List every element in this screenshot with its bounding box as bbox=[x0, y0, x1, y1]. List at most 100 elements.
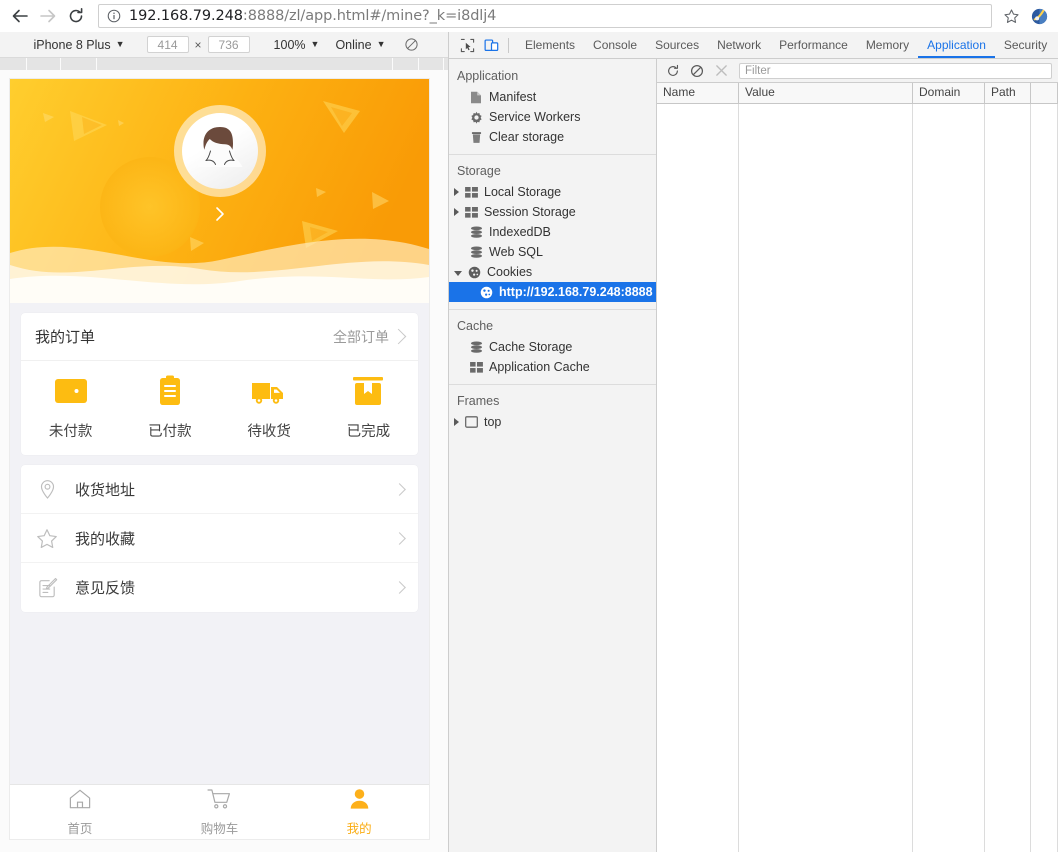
sidebar-item-cache-storage[interactable]: Cache Storage bbox=[449, 337, 656, 357]
orders-card: 我的订单 全部订单 未付款 已付款 待收货 已完成 bbox=[21, 313, 418, 455]
order-status-paid[interactable]: 已付款 bbox=[120, 375, 219, 441]
tab-application[interactable]: Application bbox=[918, 32, 995, 58]
rotate-icon[interactable] bbox=[404, 37, 419, 52]
device-width-input[interactable]: 414 bbox=[146, 36, 189, 53]
sidebar-item-session-storage[interactable]: Session Storage bbox=[449, 202, 656, 222]
all-orders-link[interactable]: 全部订单 bbox=[333, 327, 389, 347]
tab-home[interactable]: 首页 bbox=[10, 788, 150, 837]
sidebar-item-top-frame[interactable]: top bbox=[449, 412, 656, 432]
zoom-select[interactable]: 100% ▼ bbox=[270, 38, 324, 52]
sidebar-item-cookies[interactable]: Cookies bbox=[449, 262, 656, 282]
order-status-label: 已完成 bbox=[346, 424, 391, 440]
frame-icon bbox=[464, 415, 478, 429]
home-icon bbox=[68, 788, 92, 815]
bookmark-star-button[interactable] bbox=[998, 3, 1024, 29]
person-icon bbox=[348, 788, 371, 815]
extension-icon[interactable] bbox=[1026, 3, 1052, 29]
tab-performance[interactable]: Performance bbox=[770, 32, 857, 58]
gear-icon bbox=[469, 110, 483, 124]
tab-memory[interactable]: Memory bbox=[857, 32, 918, 58]
orders-title: 我的订单 bbox=[35, 329, 96, 346]
device-select[interactable]: iPhone 8 Plus ▼ bbox=[29, 38, 128, 52]
menu-item-address[interactable]: 收货地址 bbox=[21, 465, 418, 514]
tab-elements[interactable]: Elements bbox=[516, 32, 584, 58]
cookies-filter-input[interactable] bbox=[739, 62, 1052, 79]
sidebar-item-local-storage[interactable]: Local Storage bbox=[449, 182, 656, 202]
tab-network[interactable]: Network bbox=[708, 32, 770, 58]
sidebar-item-service-workers[interactable]: Service Workers bbox=[449, 107, 656, 127]
delete-selected-icon[interactable] bbox=[711, 61, 731, 81]
order-status-completed[interactable]: 已完成 bbox=[319, 375, 418, 441]
inspect-cursor-icon[interactable] bbox=[455, 33, 479, 57]
url-path: :8888/zl/app.html#/mine?_k=i8dlj4 bbox=[242, 8, 497, 24]
sidebar-item-label: Cookies bbox=[487, 265, 533, 279]
menu-item-favorites[interactable]: 我的收藏 bbox=[21, 514, 418, 563]
sidebar-item-label: Application Cache bbox=[489, 360, 590, 374]
device-toolbar-icon[interactable] bbox=[479, 33, 503, 57]
star-outline-icon bbox=[35, 528, 59, 549]
menu-item-feedback[interactable]: 意见反馈 bbox=[21, 563, 418, 612]
order-status-label: 未付款 bbox=[48, 424, 93, 440]
tab-security[interactable]: Security bbox=[995, 32, 1056, 58]
order-status-shipping[interactable]: 待收货 bbox=[220, 375, 319, 441]
sidebar-item-manifest[interactable]: Manifest bbox=[449, 87, 656, 107]
sidebar-item-label: IndexedDB bbox=[489, 225, 551, 239]
order-status-unpaid[interactable]: 未付款 bbox=[21, 375, 120, 441]
sidebar-group-title: Frames bbox=[457, 394, 500, 408]
profile-menu-list: 收货地址 我的收藏 意见反馈 bbox=[21, 465, 418, 612]
column-header-path[interactable]: Path bbox=[985, 83, 1031, 103]
column-header-name[interactable]: Name bbox=[657, 83, 739, 103]
tab-label: 购物车 bbox=[200, 821, 239, 836]
cart-icon bbox=[207, 788, 232, 815]
forward-button[interactable] bbox=[34, 2, 62, 30]
back-button[interactable] bbox=[6, 2, 34, 30]
column-header-domain[interactable]: Domain bbox=[913, 83, 985, 103]
chevron-right-icon[interactable] bbox=[211, 205, 229, 223]
sidebar-item-label: http://192.168.79.248:8888 bbox=[499, 285, 653, 299]
menu-item-label: 意见反馈 bbox=[75, 580, 136, 597]
sidebar-item-cookie-origin[interactable]: http://192.168.79.248:8888 bbox=[449, 282, 656, 302]
avatar[interactable] bbox=[173, 105, 266, 197]
database-icon bbox=[469, 245, 483, 259]
site-info-icon[interactable] bbox=[107, 9, 121, 23]
address-bar[interactable]: 192.168.79.248:8888/zl/app.html#/mine?_k… bbox=[98, 4, 992, 28]
page-scroll-area[interactable]: 我的订单 全部订单 未付款 已付款 待收货 已完成 收货地址 我的收藏 意见反馈 bbox=[10, 79, 429, 784]
sidebar-group-title: Cache bbox=[457, 319, 494, 333]
orders-card-header: 我的订单 全部订单 bbox=[21, 313, 418, 361]
tab-mine[interactable]: 我的 bbox=[289, 788, 429, 837]
refresh-icon[interactable] bbox=[663, 61, 683, 81]
tab-cart[interactable]: 购物车 bbox=[150, 788, 290, 837]
box-icon bbox=[351, 375, 385, 412]
truck-icon bbox=[251, 375, 287, 412]
chevron-down-icon[interactable] bbox=[454, 270, 462, 276]
sidebar-item-web-sql[interactable]: Web SQL bbox=[449, 242, 656, 262]
tab-sources[interactable]: Sources bbox=[646, 32, 708, 58]
tab-label: 首页 bbox=[67, 821, 93, 836]
chevron-right-icon bbox=[390, 328, 407, 345]
phone-viewport: 我的订单 全部订单 未付款 已付款 待收货 已完成 收货地址 我的收藏 意见反馈… bbox=[10, 79, 429, 839]
clear-all-icon[interactable] bbox=[687, 61, 707, 81]
sidebar-item-application-cache[interactable]: Application Cache bbox=[449, 357, 656, 377]
chevron-right-icon[interactable] bbox=[454, 188, 459, 196]
device-height-input[interactable]: 736 bbox=[207, 36, 250, 53]
device-emulation-pane: iPhone 8 Plus ▼ 414 × 736 100% ▼ Online … bbox=[0, 32, 448, 852]
devtools-panel: Elements Console Sources Network Perform… bbox=[448, 32, 1058, 852]
feedback-edit-icon bbox=[35, 577, 59, 598]
cookies-table-body[interactable] bbox=[657, 104, 1058, 852]
cookie-icon bbox=[467, 265, 481, 279]
chevron-down-icon: ▼ bbox=[115, 39, 125, 49]
chevron-down-icon: ▼ bbox=[310, 39, 320, 49]
sidebar-item-label: Session Storage bbox=[484, 205, 576, 219]
sidebar-item-clear-storage[interactable]: Clear storage bbox=[449, 127, 656, 147]
column-header-overflow bbox=[1031, 83, 1058, 103]
reload-button[interactable] bbox=[62, 2, 90, 30]
sidebar-item-indexeddb[interactable]: IndexedDB bbox=[449, 222, 656, 242]
chevron-right-icon[interactable] bbox=[454, 208, 459, 216]
chevron-right-icon[interactable] bbox=[454, 418, 459, 426]
tab-console[interactable]: Console bbox=[584, 32, 646, 58]
profile-banner bbox=[10, 79, 429, 303]
table-icon bbox=[464, 185, 478, 199]
throttling-select[interactable]: Online ▼ bbox=[331, 38, 389, 52]
device-emulation-toolbar: iPhone 8 Plus ▼ 414 × 736 100% ▼ Online … bbox=[0, 32, 448, 58]
column-header-value[interactable]: Value bbox=[739, 83, 913, 103]
